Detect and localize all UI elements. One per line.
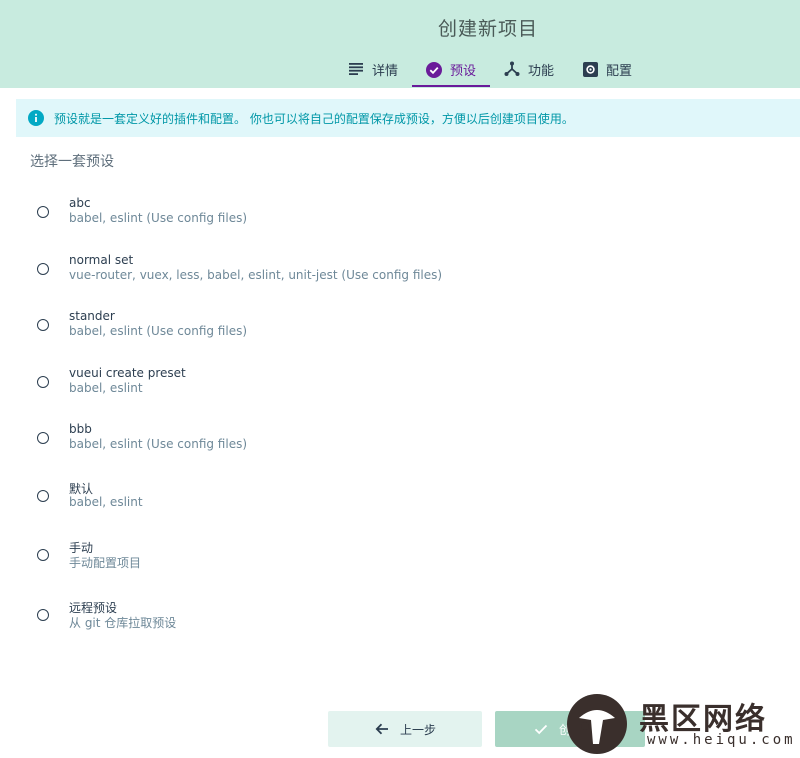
preset-option-remote[interactable]: 远程预设 从 git 仓库拉取预设: [28, 593, 528, 633]
radio-button[interactable]: [37, 263, 49, 275]
preset-name: normal set: [69, 253, 134, 267]
step-tabs: 详情 预设 功能 配置: [334, 54, 646, 88]
preset-description: babel, eslint (Use config files): [69, 437, 248, 451]
tab-presets-label: 预设: [450, 64, 477, 79]
tab-config[interactable]: 配置: [568, 54, 646, 84]
radio-button[interactable]: [37, 206, 49, 218]
tab-presets[interactable]: 预设: [412, 54, 491, 87]
watermark-text: 黑区网络: [639, 702, 767, 737]
preset-description: babel, eslint (Use config files): [69, 324, 248, 338]
radio-button[interactable]: [37, 490, 49, 502]
check-circle-icon: [426, 61, 443, 78]
settings-icon: [582, 61, 598, 77]
create-project-button[interactable]: 创建项目: [495, 711, 645, 747]
features-icon: [504, 61, 520, 77]
info-icon: [28, 110, 44, 126]
preset-option-stander[interactable]: stander babel, eslint (Use config files): [28, 303, 528, 343]
check-icon: [533, 721, 549, 737]
tab-features[interactable]: 功能: [490, 54, 568, 84]
arrow-left-icon: [374, 721, 390, 737]
radio-button[interactable]: [37, 319, 49, 331]
radio-button[interactable]: [37, 376, 49, 388]
tab-config-label: 配置: [606, 63, 633, 79]
preset-description: babel, eslint: [69, 495, 143, 509]
preset-name: vueui create preset: [69, 366, 186, 380]
tab-features-label: 功能: [528, 63, 555, 79]
info-banner: 预设就是一套定义好的插件和配置。 你也可以将自己的配置保存成预设，方便以后创建项…: [16, 99, 800, 137]
preset-option-default[interactable]: 默认 babel, eslint: [28, 474, 528, 514]
preset-name: bbb: [69, 422, 92, 436]
tab-details[interactable]: 详情: [334, 54, 412, 84]
radio-button[interactable]: [37, 432, 49, 444]
info-banner-text: 预设就是一套定义好的插件和配置。 你也可以将自己的配置保存成预设，方便以后创建项…: [54, 111, 574, 126]
previous-step-button[interactable]: 上一步: [328, 711, 482, 747]
create-project-label: 创建项目: [558, 722, 607, 737]
top-header: 创建新项目 详情 预设 功能 配置: [0, 0, 800, 88]
preset-option-bbb[interactable]: bbb babel, eslint (Use config files): [28, 416, 528, 456]
preset-description: babel, eslint: [69, 381, 143, 395]
preset-name: abc: [69, 196, 91, 210]
preset-description: 从 git 仓库拉取预设: [69, 616, 177, 630]
details-list-icon: [348, 61, 364, 77]
previous-step-label: 上一步: [399, 722, 436, 737]
preset-option-abc[interactable]: abc babel, eslint (Use config files): [28, 190, 528, 230]
radio-button[interactable]: [37, 609, 49, 621]
page-title: 创建新项目: [437, 18, 538, 40]
radio-button[interactable]: [37, 549, 49, 561]
section-title: 选择一套预设: [30, 154, 114, 170]
preset-description: 手动配置项目: [69, 556, 142, 570]
preset-option-vueui-create-preset[interactable]: vueui create preset babel, eslint: [28, 360, 528, 400]
preset-option-manual[interactable]: 手动 手动配置项目: [28, 533, 528, 573]
watermark-url: www.heiqu.com: [647, 732, 796, 748]
preset-option-normal-set[interactable]: normal set vue-router, vuex, less, babel…: [28, 247, 528, 287]
tab-details-label: 详情: [372, 63, 399, 79]
preset-description: babel, eslint (Use config files): [69, 211, 248, 225]
preset-description: vue-router, vuex, less, babel, eslint, u…: [69, 268, 443, 282]
preset-name: stander: [69, 309, 115, 323]
